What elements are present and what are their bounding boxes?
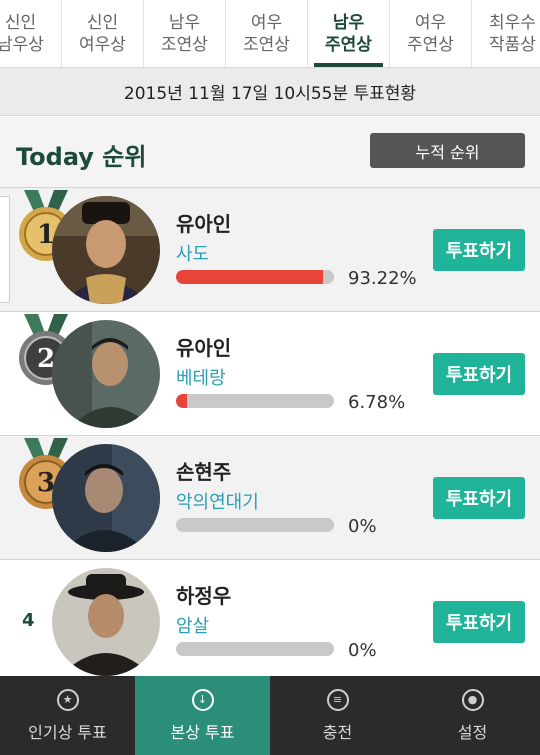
- nav-charge[interactable]: ≡ 충전: [270, 676, 405, 755]
- vote-percent: 93.22%: [348, 268, 417, 289]
- vote-status-text: 2015년 11월 17일 10시55분 투표현황: [123, 84, 417, 104]
- tab-label-line1: 남우: [332, 12, 365, 33]
- download-icon: ↓: [191, 688, 214, 711]
- nav-label: 설정: [457, 722, 488, 742]
- settings-icon: ●: [461, 688, 484, 711]
- tab-label-line2: 주연상: [407, 34, 454, 55]
- tab-label-line1: 여우: [250, 12, 283, 33]
- nominee-movie: 베테랑: [176, 368, 226, 389]
- rank-row[interactable]: 2 유아인 베테랑 6.78% 투표하기: [0, 311, 540, 435]
- nominee-movie: 암살: [176, 616, 210, 637]
- tab-supporting-actor[interactable]: 남우 조연상: [144, 0, 226, 67]
- tab-label-line2: 여우상: [79, 34, 126, 55]
- nav-label: 인기상 투표: [28, 722, 107, 742]
- tab-leading-actress[interactable]: 여우 주연상: [390, 0, 472, 67]
- vote-percent: 0%: [348, 640, 377, 661]
- vote-progress-bar: [176, 270, 334, 284]
- page-title: Today 순위: [16, 143, 147, 171]
- bottom-nav: ★ 인기상 투표 ↓ 본상 투표 ≡ 충전 ● 설정: [0, 676, 540, 755]
- nominee-photo: [52, 444, 160, 552]
- vote-button[interactable]: 투표하기: [433, 601, 525, 643]
- nav-settings[interactable]: ● 설정: [405, 676, 540, 755]
- vote-button[interactable]: 투표하기: [433, 229, 525, 271]
- tab-best-picture[interactable]: 최우수 작품상: [472, 0, 540, 67]
- vote-percent: 6.78%: [348, 392, 406, 413]
- nominee-name: 유아인: [176, 212, 232, 236]
- rank-number: 4: [22, 610, 35, 631]
- nominee-name: 손현주: [176, 460, 232, 484]
- ranking-header: Today 순위 누적 순위: [0, 117, 540, 187]
- nav-label: 충전: [322, 722, 353, 742]
- nav-main-award-vote[interactable]: ↓ 본상 투표: [135, 676, 270, 755]
- tab-label-line2: 조연상: [161, 34, 208, 55]
- coin-icon: ≡: [326, 688, 349, 711]
- vote-progress-bar: [176, 642, 334, 656]
- tab-label-line1: 신인: [4, 12, 37, 33]
- vote-status-bar: 2015년 11월 17일 10시55분 투표현황: [0, 68, 540, 116]
- nominee-photo: [52, 568, 160, 676]
- vote-percent: 0%: [348, 516, 377, 537]
- vote-progress-fill: [176, 394, 187, 408]
- vote-progress-bar: [176, 394, 334, 408]
- nominee-movie: 사도: [176, 244, 210, 265]
- tab-label-line2: 남우상: [0, 34, 44, 55]
- tab-label-line2: 조연상: [243, 34, 290, 55]
- nominee-name: 유아인: [176, 336, 232, 360]
- vote-button[interactable]: 투표하기: [433, 353, 525, 395]
- tab-label-line2: 주연상: [325, 34, 372, 55]
- vote-progress-bar: [176, 518, 334, 532]
- tab-label-line1: 남우: [168, 12, 201, 33]
- nominee-name: 하정우: [176, 584, 232, 608]
- tab-new-actress[interactable]: 신인 여우상: [62, 0, 144, 67]
- tab-label-line1: 최우수: [489, 12, 536, 33]
- rank-row[interactable]: 4 하정우 암살 0% 투표하기: [0, 559, 540, 683]
- category-tabs: 신인 남우상 신인 여우상 남우 조연상 여우 조연상 남우 주연상 여우 주연…: [0, 0, 540, 68]
- tab-label-line2: 작품상: [489, 34, 536, 55]
- vote-button[interactable]: 투표하기: [433, 477, 525, 519]
- cumulative-rank-button[interactable]: 누적 순위: [370, 133, 525, 168]
- tab-new-actor[interactable]: 신인 남우상: [0, 0, 62, 67]
- nominee-movie: 악의연대기: [176, 492, 259, 513]
- nav-label: 본상 투표: [170, 722, 235, 742]
- nav-popularity-vote[interactable]: ★ 인기상 투표: [0, 676, 135, 755]
- vote-progress-fill: [176, 270, 324, 284]
- tab-leading-actor[interactable]: 남우 주연상: [308, 0, 390, 67]
- rank-row[interactable]: 1 유아인 사도 93.22% 투표하기: [0, 187, 540, 311]
- star-icon: ★: [56, 688, 79, 711]
- nominee-photo: [52, 196, 160, 304]
- tab-label-line1: 신인: [86, 12, 119, 33]
- rank-row[interactable]: 3 손현주 악의연대기 0% 투표하기: [0, 435, 540, 559]
- nominee-photo: [52, 320, 160, 428]
- tab-supporting-actress[interactable]: 여우 조연상: [226, 0, 308, 67]
- tab-label-line1: 여우: [414, 12, 447, 33]
